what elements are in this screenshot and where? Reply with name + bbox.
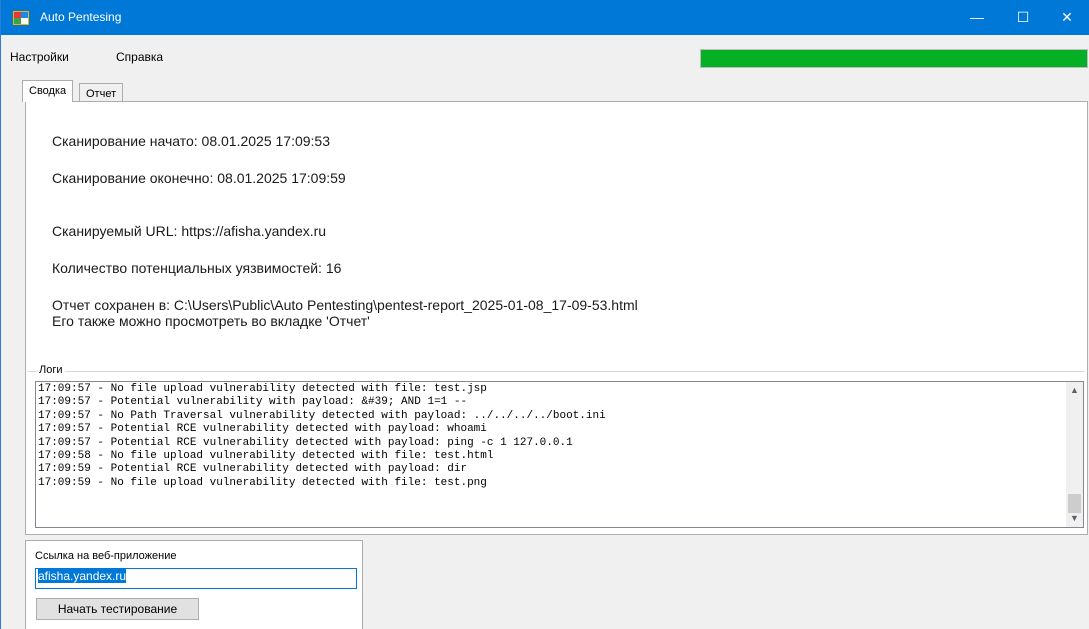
app-window: Auto Pentesing — ☐ ✕ Настройки Справка С… — [0, 0, 1089, 629]
close-button[interactable]: ✕ — [1044, 0, 1089, 35]
log-line: 17:09:59 - Potential RCE vulnerability d… — [38, 463, 468, 476]
scanned-url-text: Сканируемый URL: https://afisha.yandex.r… — [52, 223, 327, 239]
log-line: 17:09:57 - Potential RCE vulnerability d… — [38, 436, 573, 449]
start-testing-button[interactable]: Начать тестирование — [36, 598, 199, 620]
app-icon — [13, 11, 29, 25]
report-path-text: Отчет сохранен в: C:\Users\Public\Auto P… — [52, 297, 638, 313]
log-lines: 17:09:57 - No file upload vulnerability … — [38, 383, 606, 490]
tab-summary[interactable]: Сводка — [22, 80, 74, 102]
log-line: 17:09:57 - Potential vulnerability with … — [38, 396, 468, 409]
vuln-count-text: Количество потенциальных уязвимостей: 16 — [52, 260, 342, 276]
progress-fill — [701, 50, 1087, 67]
url-label: Ссылка на веб-приложение — [35, 550, 177, 562]
menu-help[interactable]: Справка — [116, 50, 163, 64]
log-line: 17:09:57 - No Path Traversal vulnerabili… — [38, 409, 606, 422]
log-line: 17:09:59 - No file upload vulnerability … — [38, 476, 487, 489]
report-hint-text: Его также можно просмотреть во вкладке '… — [52, 313, 370, 329]
logs-legend: Логи — [37, 364, 65, 376]
menu-settings[interactable]: Настройки — [10, 50, 69, 64]
url-input-value: afisha.yandex.ru — [38, 569, 127, 583]
summary-panel: Сканирование начато: 08.01.2025 17:09:53… — [25, 101, 1088, 535]
title-bar[interactable]: Auto Pentesing — ☐ ✕ — [1, 0, 1089, 35]
scan-start-text: Сканирование начато: 08.01.2025 17:09:53 — [52, 133, 331, 149]
url-input[interactable]: afisha.yandex.ru — [35, 568, 357, 589]
scan-progress-bar — [700, 49, 1088, 68]
window-title: Auto Pentesing — [40, 10, 122, 24]
log-line: 17:09:58 - No file upload vulnerability … — [38, 450, 494, 463]
maximize-button[interactable]: ☐ — [1000, 0, 1046, 35]
logs-group: Логи 17:09:57 - No file upload vulnerabi… — [27, 364, 1085, 531]
minimize-button[interactable]: — — [954, 0, 1000, 35]
scroll-up-icon[interactable]: ▲ — [1066, 382, 1083, 399]
logs-scrollbar[interactable]: ▲ ▼ — [1066, 382, 1083, 527]
log-line: 17:09:57 - Potential RCE vulnerability d… — [38, 423, 487, 436]
scan-end-text: Сканирование оконечно: 08.01.2025 17:09:… — [52, 170, 346, 186]
log-line: 17:09:57 - No file upload vulnerability … — [38, 383, 487, 395]
scroll-down-icon[interactable]: ▼ — [1066, 510, 1083, 527]
url-form-group: Ссылка на веб-приложение afisha.yandex.r… — [25, 540, 363, 629]
tab-report[interactable]: Отчет — [79, 83, 124, 103]
logs-textbox[interactable]: 17:09:57 - No file upload vulnerability … — [35, 381, 1084, 528]
